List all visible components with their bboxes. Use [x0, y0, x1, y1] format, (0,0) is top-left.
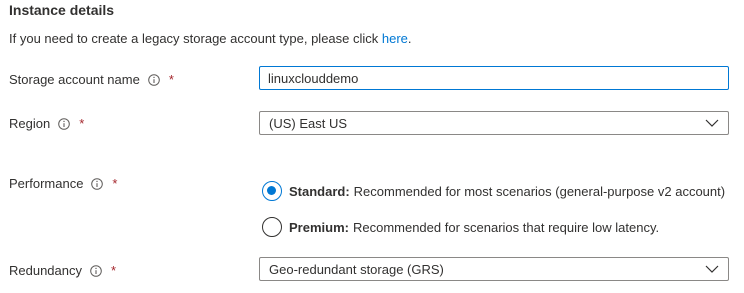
info-icon[interactable] — [148, 73, 160, 86]
legacy-account-link[interactable]: here — [382, 31, 408, 46]
storage-account-name-label-row: Storage account name * — [9, 72, 174, 87]
storage-account-name-label: Storage account name — [9, 72, 140, 87]
redundancy-dropdown[interactable]: Geo-redundant storage (GRS) — [259, 257, 729, 281]
redundancy-dropdown-value: Geo-redundant storage (GRS) — [269, 261, 444, 277]
performance-label-row: Performance * — [9, 176, 117, 191]
radio-button-unchecked[interactable] — [262, 217, 282, 237]
chevron-down-icon — [705, 119, 719, 127]
performance-option-standard[interactable]: Standard: Recommended for most scenarios… — [262, 181, 725, 201]
premium-option-title: Premium: — [289, 219, 349, 235]
intro-text-body: If you need to create a legacy storage a… — [9, 31, 382, 46]
chevron-down-icon — [705, 265, 719, 273]
info-icon[interactable] — [91, 177, 104, 190]
required-asterisk: * — [168, 72, 174, 87]
standard-option-description: Recommended for most scenarios (general-… — [353, 183, 726, 199]
required-asterisk: * — [79, 116, 85, 131]
performance-option-premium[interactable]: Premium: Recommended for scenarios that … — [262, 217, 659, 237]
region-dropdown-value: (US) East US — [269, 115, 348, 131]
region-dropdown[interactable]: (US) East US — [259, 111, 729, 135]
redundancy-label: Redundancy — [9, 263, 82, 278]
info-icon[interactable] — [58, 117, 71, 130]
required-asterisk: * — [111, 263, 117, 278]
redundancy-label-row: Redundancy * — [9, 263, 116, 278]
radio-button-checked[interactable] — [262, 181, 282, 201]
required-asterisk: * — [112, 176, 118, 191]
region-label-row: Region * — [9, 116, 84, 131]
section-title: Instance details — [9, 2, 115, 18]
premium-option-description: Recommended for scenarios that require l… — [352, 219, 660, 235]
performance-label: Performance — [9, 176, 84, 191]
info-icon[interactable] — [90, 264, 102, 277]
region-label: Region — [9, 116, 51, 131]
intro-text-suffix: . — [407, 31, 412, 46]
intro-text: If you need to create a legacy storage a… — [9, 31, 412, 46]
standard-option-title: Standard: — [289, 183, 350, 199]
storage-account-name-input[interactable] — [259, 66, 729, 90]
